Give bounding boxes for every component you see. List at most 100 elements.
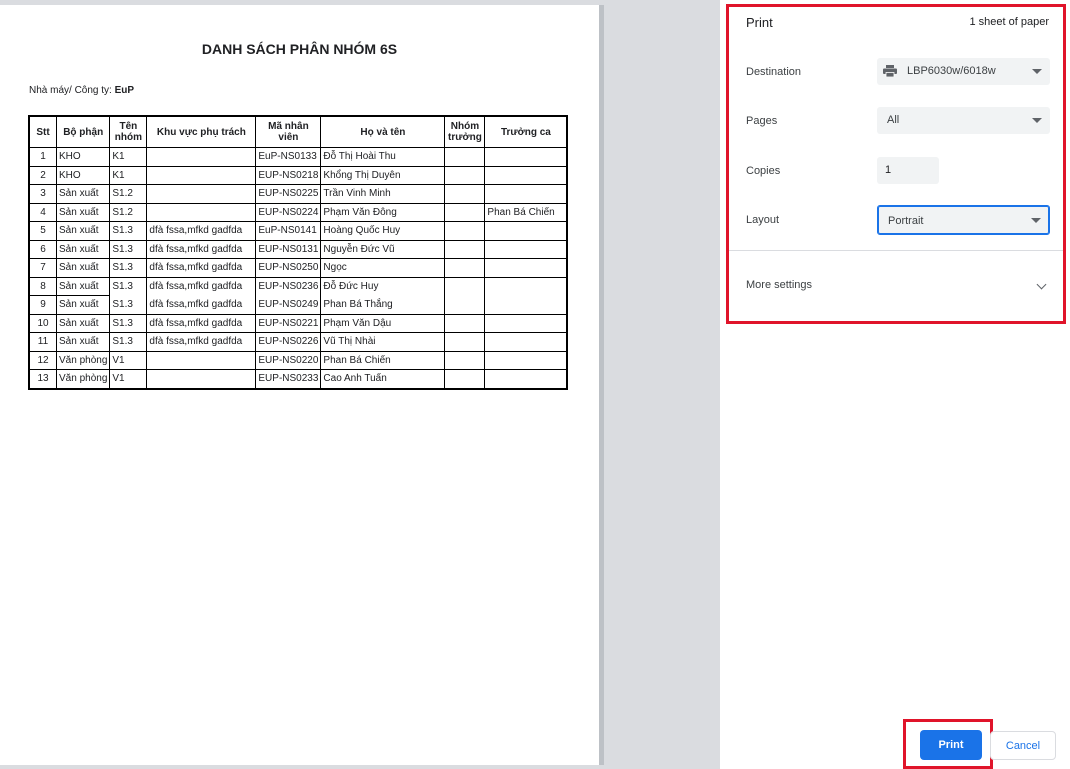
table-row: 2 KHO K1 EUP-NS0218 Khổng Thị Duyên [28,165,568,185]
cell-shift-leader [484,295,568,315]
cell-department: KHO [55,165,111,185]
cell-department: Văn phòng [55,369,111,389]
printer-icon [883,65,897,77]
cell-department: Sản xuất [55,221,111,241]
cell-full-name: Cao Anh Tuấn [320,369,446,389]
cell-group-leader [444,350,486,370]
cell-employee-id: EUP-NS0226 [255,332,322,352]
cell-group-leader [444,295,486,315]
copies-input[interactable]: 1 [877,157,939,184]
cell-department: Văn phòng [55,350,111,370]
cell-group-leader [444,184,486,204]
col-header-shift-leader: Trưởng ca [484,115,568,148]
chevron-down-icon[interactable] [1036,279,1047,290]
print-preview-area: DANH SÁCH PHÂN NHÓM 6S Nhà máy/ Công ty:… [0,0,720,769]
cell-group-leader [444,202,486,222]
cell-stt: 8 [28,276,57,296]
cell-area: dfà fssa,mfkd gadfda [146,239,257,259]
table-row: 3 Sản xuất S1.2 EUP-NS0225 Trần Vinh Minh [28,184,568,204]
cell-department: Sản xuất [55,239,111,259]
cell-shift-leader: Phan Bá Chiến [484,202,568,222]
cell-stt: 1 [28,147,57,167]
col-header-group-name: Tên nhóm [109,115,148,148]
cell-employee-id: EUP-NS0218 [255,165,322,185]
cell-group-name: S1.3 [109,295,148,315]
table-row: 4 Sản xuất S1.2 EUP-NS0224 Phạm Văn Đông Phan… [28,202,568,222]
group-roster-table: Stt Bộ phận Tên nhóm Khu vực phụ trách M… [28,115,569,390]
layout-select[interactable]: Portrait [877,205,1050,235]
destination-value: LBP6030w/6018w [907,65,996,77]
cell-area [146,350,257,370]
cell-full-name: Phan Bá Thắng [320,295,446,315]
cell-area [146,184,257,204]
pages-select[interactable]: All [877,107,1050,134]
cell-department: Sản xuất [55,258,111,278]
cell-stt: 7 [28,258,57,278]
cell-shift-leader [484,147,568,167]
cell-area [146,165,257,185]
cell-shift-leader [484,221,568,241]
cell-shift-leader [484,313,568,333]
cell-area: dfà fssa,mfkd gadfda [146,258,257,278]
cell-group-leader [444,332,486,352]
cell-stt: 2 [28,165,57,185]
cell-shift-leader [484,276,568,296]
print-heading: Print [746,15,773,30]
col-header-area: Khu vực phụ trách [146,115,257,148]
table-row: 10 Sản xuất S1.3 dfà fssa,mfkd gadfda EUP-NS… [28,313,568,333]
cell-employee-id: EUP-NS0221 [255,313,322,333]
cell-shift-leader [484,258,568,278]
col-header-group-leader: Nhóm trưởng [444,115,486,148]
cell-area [146,369,257,389]
cell-group-leader [444,165,486,185]
cell-group-name: S1.3 [109,313,148,333]
cell-area: dfà fssa,mfkd gadfda [146,276,257,296]
sheet-count: 1 sheet of paper [969,16,1049,28]
cell-group-leader [444,147,486,167]
table-row: 13 Văn phòng V1 EUP-NS0233 Cao Anh Tuấn [28,369,568,389]
cell-stt: 3 [28,184,57,204]
cell-area: dfà fssa,mfkd gadfda [146,295,257,315]
cell-stt: 11 [28,332,57,352]
chevron-down-icon [1032,118,1042,123]
cell-shift-leader [484,350,568,370]
table-row: 1 KHO K1 EuP-NS0133 Đỗ Thị Hoài Thu [28,147,568,167]
settings-divider [729,250,1063,251]
preview-scrollbar[interactable] [599,5,604,765]
cell-group-leader [444,221,486,241]
cell-area: dfà fssa,mfkd gadfda [146,221,257,241]
layout-label: Layout [746,214,780,226]
cell-stt: 6 [28,239,57,259]
table-header-row: Stt Bộ phận Tên nhóm Khu vực phụ trách M… [28,115,568,148]
cell-full-name: Đỗ Thị Hoài Thu [320,147,446,167]
cell-employee-id: EUP-NS0233 [255,369,322,389]
cell-department: Sản xuất [55,313,111,333]
cell-area [146,202,257,222]
pages-label: Pages [746,115,778,127]
cell-area [146,147,257,167]
cell-department: Sản xuất [55,202,111,222]
cell-group-name: V1 [109,369,148,389]
print-settings-panel: Print 1 sheet of paper Destination LBP60… [720,0,1070,769]
table-row: 5 Sản xuất S1.3 dfà fssa,mfkd gadfda EuP-NS0… [28,221,568,241]
cell-full-name: Ngọc [320,258,446,278]
cell-employee-id: EUP-NS0250 [255,258,322,278]
cell-group-name: S1.3 [109,258,148,278]
destination-select[interactable]: LBP6030w/6018w [877,58,1050,85]
cell-group-name: S1.2 [109,184,148,204]
table-row: 7 Sản xuất S1.3 dfà fssa,mfkd gadfda EUP-NS0… [28,258,568,278]
print-button[interactable]: Print [920,730,982,760]
settings-highlight-box: Print 1 sheet of paper Destination LBP60… [726,4,1066,324]
cell-shift-leader [484,332,568,352]
chevron-down-icon [1031,218,1041,223]
cell-group-name: S1.3 [109,239,148,259]
cell-shift-leader [484,184,568,204]
cell-shift-leader [484,165,568,185]
cell-stt: 9 [28,295,57,315]
cell-employee-id: EUP-NS0236 [255,276,322,296]
cell-group-leader [444,313,486,333]
cancel-button[interactable]: Cancel [990,731,1056,760]
cell-group-name: S1.3 [109,332,148,352]
more-settings-label[interactable]: More settings [746,279,812,291]
cell-employee-id: EuP-NS0133 [255,147,322,167]
